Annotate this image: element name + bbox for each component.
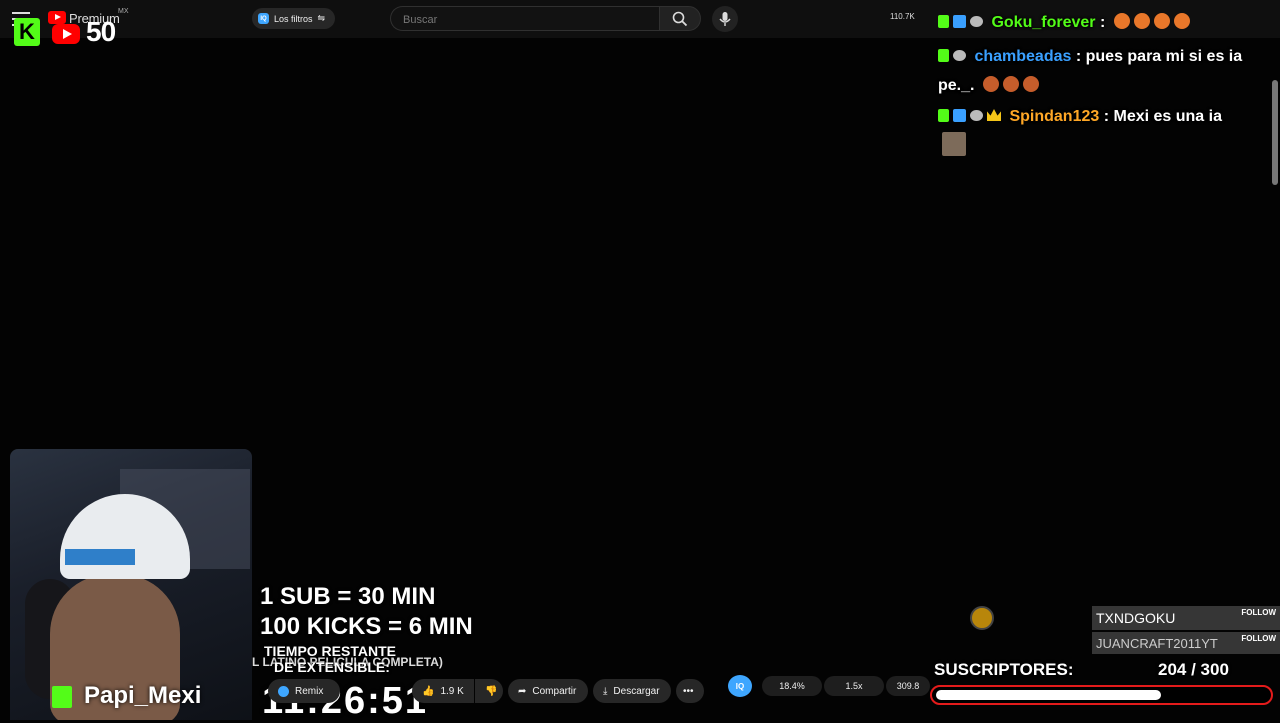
squirrel-emote-icon [982,76,999,92]
search-button[interactable] [659,6,701,31]
remaining-time-label: TIEMPO RESTANTE DE EXTENSIBLE: [264,643,396,675]
stat-chip[interactable]: 18.4% [762,676,822,696]
kicks-goal-text: 100 KICKS = 6 MIN [260,613,473,640]
chat-username[interactable]: chambeadas [974,48,1071,65]
chat-text: : pues para mi si es ia [1075,48,1243,65]
chat-text: : [1099,14,1106,31]
download-label: Descargar [613,685,660,697]
remix-icon [278,685,289,697]
mouse-badge-icon [970,16,983,27]
arrow-badge-icon [953,15,966,28]
download-button[interactable]: ⤓ Descargar [593,679,671,703]
region-code: MX [118,8,129,15]
search-icon [672,11,688,26]
filters-label: Los filtros [274,13,313,24]
more-icon: ••• [683,685,694,697]
chat-username[interactable]: Goku_forever [991,14,1095,31]
chat-username[interactable]: Spindan123 [1009,108,1099,125]
remaining-line-1: TIEMPO RESTANTE [264,643,396,659]
chat-message-continued: pe._. [938,76,1039,95]
streamer-name: Papi_Mexi [84,682,202,709]
like-count: 1.9 K [440,685,464,697]
kick-logo-small-icon [52,686,72,708]
chat-message: Spindan123 : Mexi es una ia [938,108,1222,126]
chat-text: pe._. [938,77,975,94]
crown-badge-icon [987,109,1001,121]
share-button[interactable]: ➦ Compartir [508,679,588,703]
kick-badge-icon [938,109,949,122]
tune-icon: ⇋ [317,13,326,23]
stat-chip[interactable]: 1.5x [824,676,884,696]
subscribers-progress-bar [930,685,1273,705]
subscribers-progress-fill [936,690,1161,700]
mouse-badge-icon [953,50,966,61]
subscribers-count: 204 / 300 [1158,660,1229,679]
youtube-logo-icon[interactable] [48,11,66,24]
share-icon: ➦ [518,685,527,697]
chat-text: : Mexi es una ia [1103,108,1222,125]
follow-label: FOLLOW [1241,608,1276,617]
squirrel-emote-icon [1002,76,1019,92]
subscribers-label: SUSCRIPTORES: [934,660,1074,679]
dragon-logo-icon [970,606,994,630]
viewer-count: 110.7K [890,12,915,21]
remaining-line-2: DE EXTENSIBLE: [274,659,390,675]
sub-goal-text: 1 SUB = 30 MIN [260,583,436,610]
emote-icon [1153,13,1170,29]
dislike-button[interactable]: 👎 [475,679,503,703]
youtube-play-icon [52,24,80,44]
share-label: Compartir [532,685,577,697]
emote-icon [1113,13,1130,29]
arrow-badge-icon [953,109,966,122]
follow-list-item: TXNDGOKU FOLLOW [1092,606,1280,630]
chat-message: chambeadas : pues para mi si es ia [938,48,1242,66]
follower-name: TXNDGOKU [1096,610,1176,626]
more-actions-button[interactable]: ••• [676,679,704,703]
squirrel-emote-icon [1022,76,1039,92]
kick-badge-icon [938,49,949,62]
filters-chip[interactable]: IQ Los filtros ⇋ [252,8,336,29]
emote-icon [1173,13,1190,29]
iq-icon: IQ [258,13,269,24]
follow-list-item: JUANCRAFT2011YT FOLLOW [1092,632,1280,654]
mouse-badge-icon [970,110,983,121]
kick-logo-icon: K [14,18,40,46]
mic-icon [719,12,731,26]
thumbs-down-icon: 👎 [485,685,498,697]
remix-button[interactable]: Remix [268,679,340,703]
search-input[interactable] [401,11,645,29]
iq-button[interactable]: IQ [728,675,752,697]
remix-label: Remix [295,685,324,697]
cat-emote-icon [942,132,966,156]
follower-name: JUANCRAFT2011YT [1096,635,1218,651]
youtube-count-overlay: 50 [86,16,116,47]
voice-search-button[interactable] [712,6,738,32]
search-box[interactable] [390,6,660,31]
stat-chip[interactable]: 309.8 [886,676,930,696]
follow-label: FOLLOW [1241,634,1276,643]
like-button[interactable]: 👍 1.9 K [412,679,474,703]
thumbs-up-icon: 👍 [422,685,435,697]
chat-scrollbar-thumb[interactable] [1272,80,1278,185]
download-icon: ⤓ [603,685,608,697]
emote-icon [1133,13,1150,29]
cap-band [65,549,135,565]
webcam-feed [10,449,252,720]
chat-message: Goku_forever : [938,13,1190,32]
kick-badge-icon [938,15,949,28]
